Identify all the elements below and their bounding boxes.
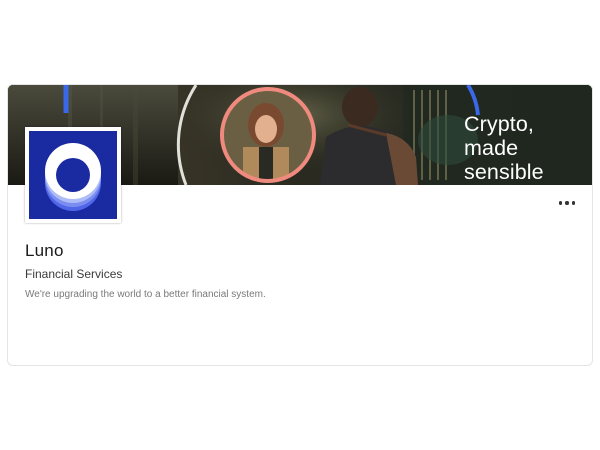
page: Crypto, made sensible Luno Financial Ser…	[0, 0, 600, 450]
banner-tagline-line-1: Crypto,	[464, 112, 534, 136]
company-industry: Financial Services	[25, 267, 123, 281]
banner-tagline-line-3: sensible	[464, 160, 544, 184]
company-name[interactable]: Luno	[25, 241, 64, 261]
more-options-button[interactable]	[549, 193, 585, 213]
banner-tagline-line-2: made	[464, 136, 519, 160]
banner-tagline: Crypto, made sensible	[464, 112, 544, 184]
company-card: Crypto, made sensible Luno Financial Ser…	[7, 84, 593, 366]
more-horizontal-icon	[558, 201, 576, 205]
company-logo[interactable]	[25, 127, 121, 223]
company-description: We're upgrading the world to a better fi…	[25, 289, 266, 300]
luno-ring-logo-icon	[29, 131, 117, 219]
